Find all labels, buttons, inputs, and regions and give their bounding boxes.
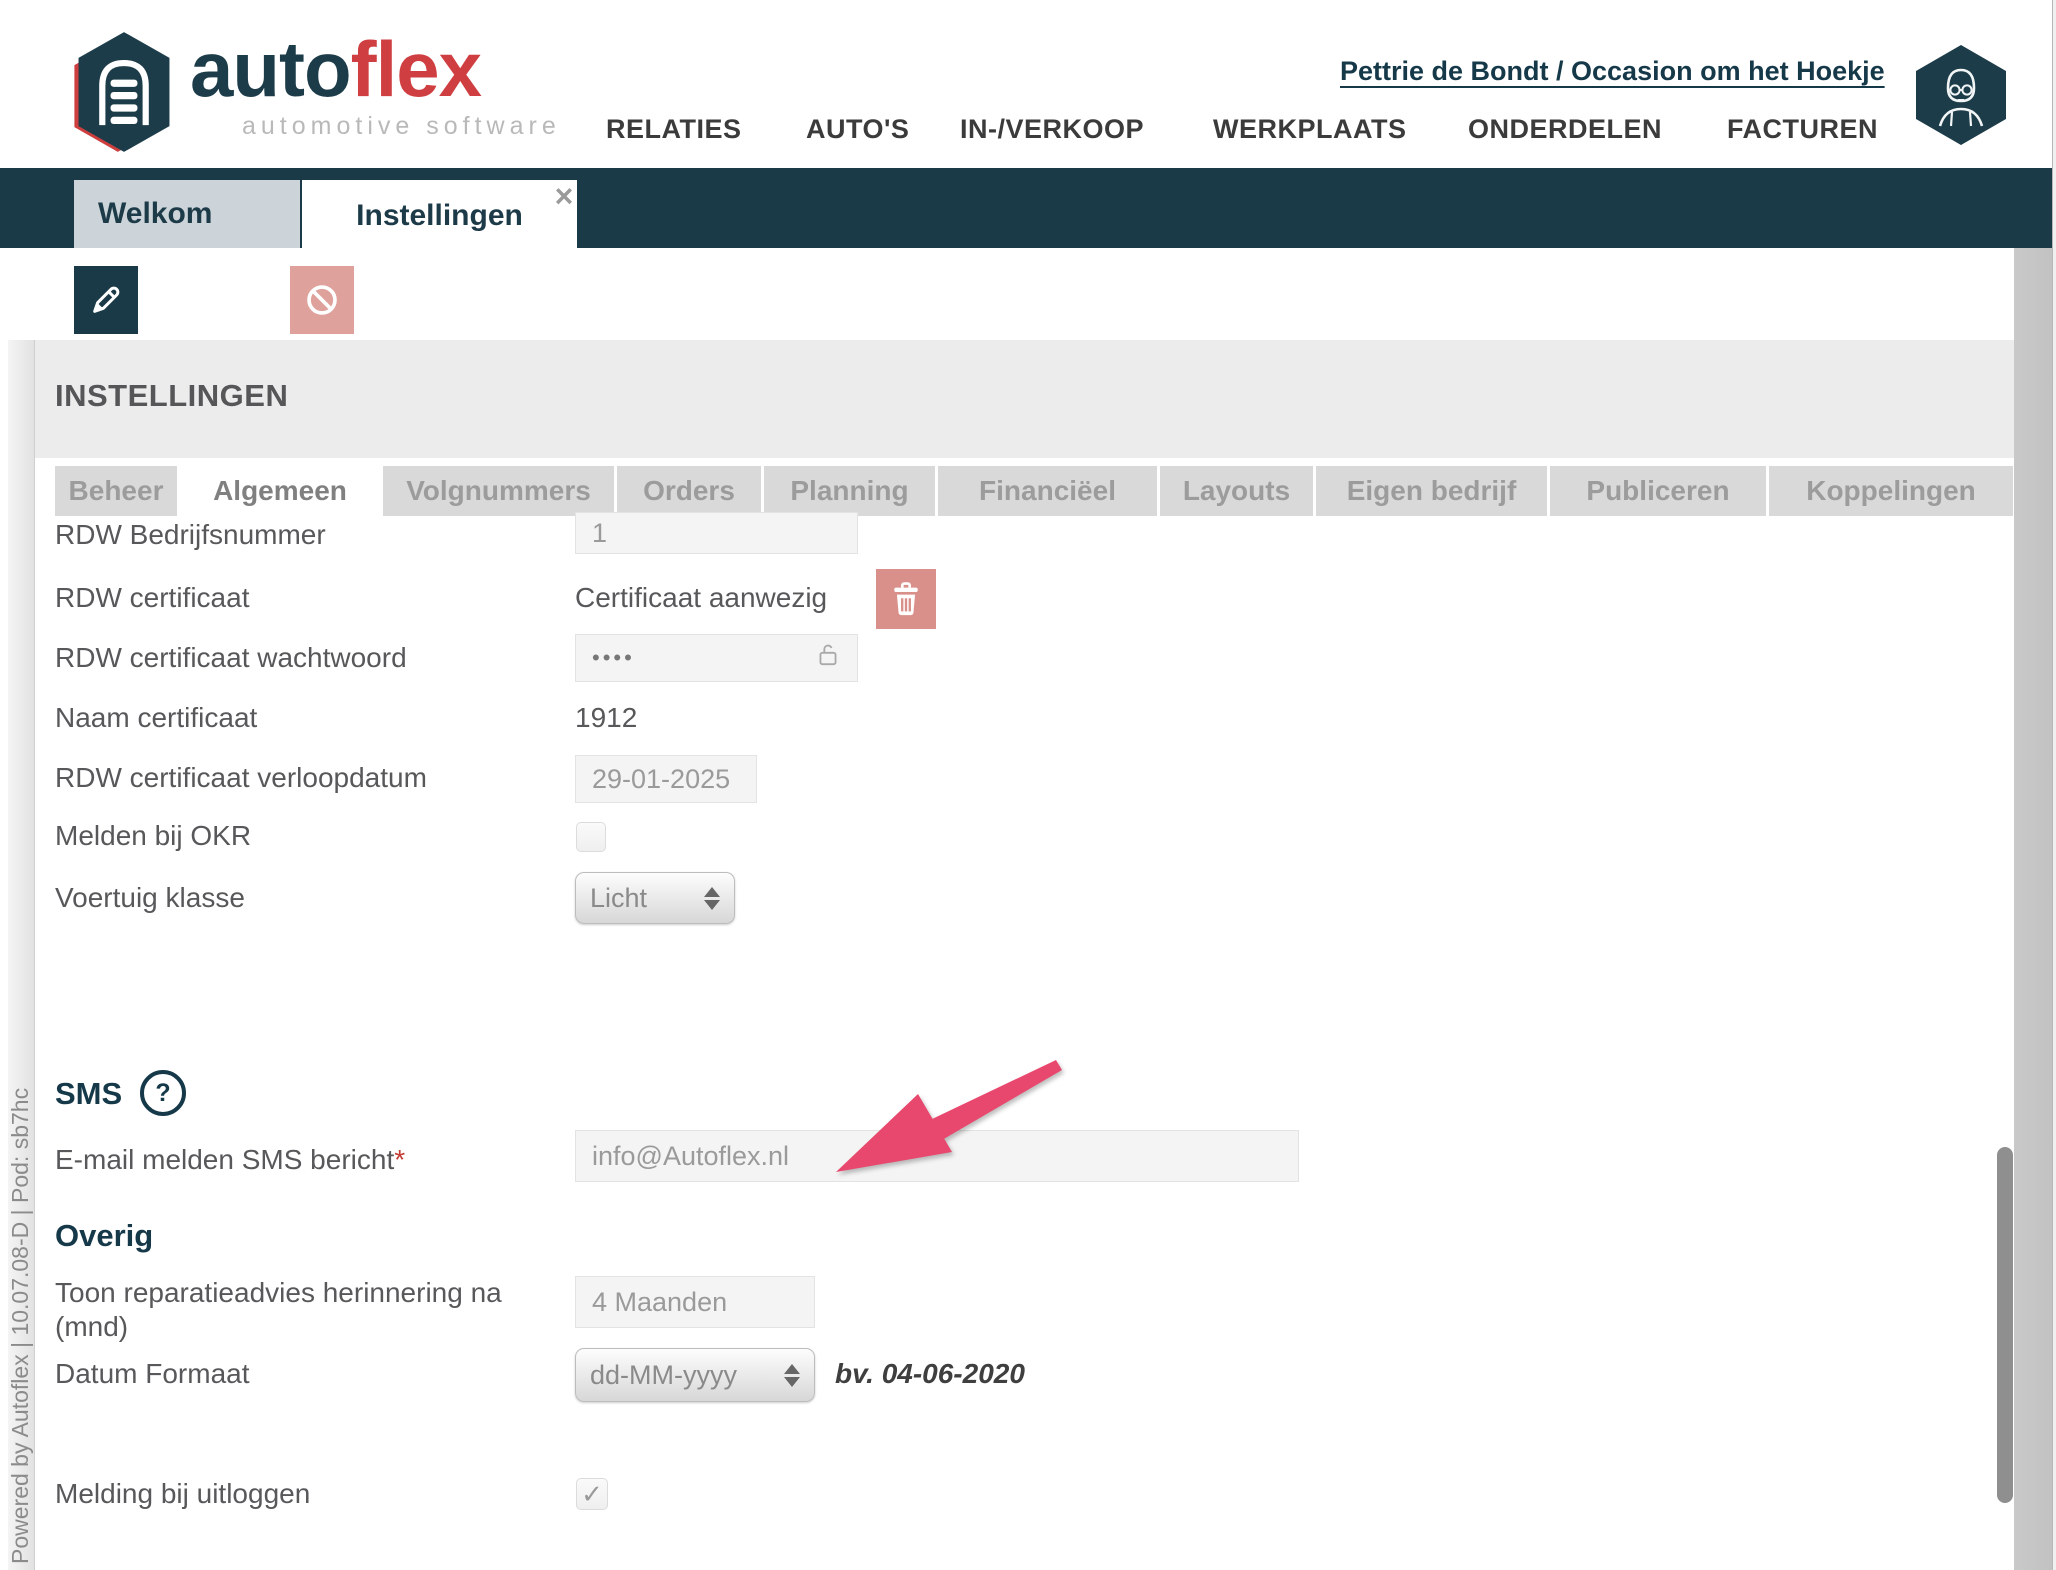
tab-beheer[interactable]: Beheer [55,466,177,516]
date-format-example: bv. 04-06-2020 [835,1358,1025,1390]
settings-tabs: Beheer Algemeen Volgnummers Orders Plann… [55,466,2013,516]
session-tabbar: Welkom Instellingen × [0,168,2052,248]
logout-label: Melding bij uitloggen [55,1472,310,1516]
close-tab-icon[interactable]: × [549,182,579,212]
required-mark: * [394,1144,405,1176]
powered-by-text: Powered by Autoflex | 10.07.08-D | Pod: … [7,864,34,1564]
okr-label: Melden bij OKR [55,814,251,858]
unlock-icon [815,641,841,676]
session-tab-instellingen[interactable]: Instellingen [302,180,577,252]
date-format-select[interactable]: dd-MM-yyyy [575,1348,815,1402]
title-band: INSTELLINGEN [35,340,2014,458]
nav-relaties[interactable]: RELATIES [606,114,742,145]
autoflex-logo-icon [72,30,176,154]
nav-autos[interactable]: AUTO'S [806,114,909,145]
app-window: autoflex automotive software RELATIES AU… [0,0,2056,1570]
tab-koppelingen[interactable]: Koppelingen [1769,466,2013,516]
logo-word-flex: flex [351,25,481,113]
tab-financieel[interactable]: Financiëel [938,466,1157,516]
cancel-button[interactable] [290,266,354,334]
nav-onderdelen[interactable]: ONDERDELEN [1468,114,1662,145]
nav-facturen[interactable]: FACTUREN [1727,114,1878,145]
user-avatar[interactable] [1915,44,2007,146]
question-glyph: ? [155,1079,170,1108]
session-tab-welkom[interactable]: Welkom [74,180,300,248]
pencil-icon [86,280,126,320]
tab-volgnummers[interactable]: Volgnummers [383,466,614,516]
sms-heading: SMS [55,1076,122,1112]
logout-checkbox[interactable]: ✓ [576,1478,608,1510]
rdw-certificate-value: Certificaat aanwezig [575,576,827,620]
tab-orders[interactable]: Orders [617,466,761,516]
rdw-certificate-label: RDW certificaat [55,576,249,620]
overig-heading: Overig [55,1218,153,1254]
okr-checkbox[interactable] [576,822,606,852]
scrollbar-track[interactable] [2014,248,2052,1570]
stepper-icon [784,1364,800,1387]
vehicle-class-select[interactable]: Licht [575,872,735,924]
avatar-person-icon [1915,44,2007,146]
scrollbar-thumb[interactable] [1997,1147,2013,1503]
tab-eigen-bedrijf[interactable]: Eigen bedrijf [1316,466,1547,516]
certificate-expiry-label: RDW certificaat verloopdatum [55,756,427,800]
date-format-value: dd-MM-yyyy [590,1360,737,1391]
delete-certificate-button[interactable] [876,569,936,629]
password-dots: •••• [592,645,635,671]
tab-publiceren[interactable]: Publiceren [1550,466,1766,516]
date-format-label: Datum Formaat [55,1352,250,1396]
forbidden-icon [301,279,343,321]
tab-algemeen[interactable]: Algemeen [180,466,380,516]
nav-werkplaats[interactable]: WERKPLAATS [1213,114,1407,145]
certificate-name-label: Naam certificaat [55,696,257,740]
window-edge [2052,0,2056,1570]
trash-icon [888,580,924,618]
certificate-name-value: 1912 [575,696,637,740]
reminder-label: Toon reparatieadvies herinnering na (mnd… [55,1276,525,1344]
sms-email-label: E-mail melden SMS bericht* [55,1138,405,1182]
rdw-password-label: RDW certificaat wachtwoord [55,636,407,680]
vehicle-class-value: Licht [590,883,647,914]
annotation-arrow [830,1058,1065,1193]
reminder-input[interactable]: 4 Maanden [575,1276,815,1328]
logo-tagline: automotive software [242,114,561,139]
vehicle-class-label: Voertuig klasse [55,876,245,920]
certificate-expiry-input[interactable]: 29-01-2025 [575,755,757,803]
rdw-password-input[interactable]: •••• [575,634,858,682]
edit-button[interactable] [74,266,138,334]
tab-planning[interactable]: Planning [764,466,935,516]
help-icon[interactable]: ? [140,1070,186,1116]
logo-word-auto: auto [190,25,351,113]
tab-layouts[interactable]: Layouts [1160,466,1313,516]
autoflex-logo[interactable]: autoflex automotive software [72,30,561,154]
nav-inverkoop[interactable]: IN-/VERKOOP [960,114,1144,145]
autoflex-logo-text: autoflex automotive software [190,30,561,139]
user-company-link[interactable]: Pettrie de Bondt / Occasion om het Hoekj… [1340,56,1872,87]
sms-email-label-text: E-mail melden SMS bericht [55,1144,394,1176]
page-title: INSTELLINGEN [55,378,288,414]
rdw-number-input[interactable]: 1 [575,512,858,554]
rdw-number-label: RDW Bedrijfsnummer [55,513,326,557]
stepper-icon [704,887,720,910]
header: autoflex automotive software RELATIES AU… [0,0,2056,168]
